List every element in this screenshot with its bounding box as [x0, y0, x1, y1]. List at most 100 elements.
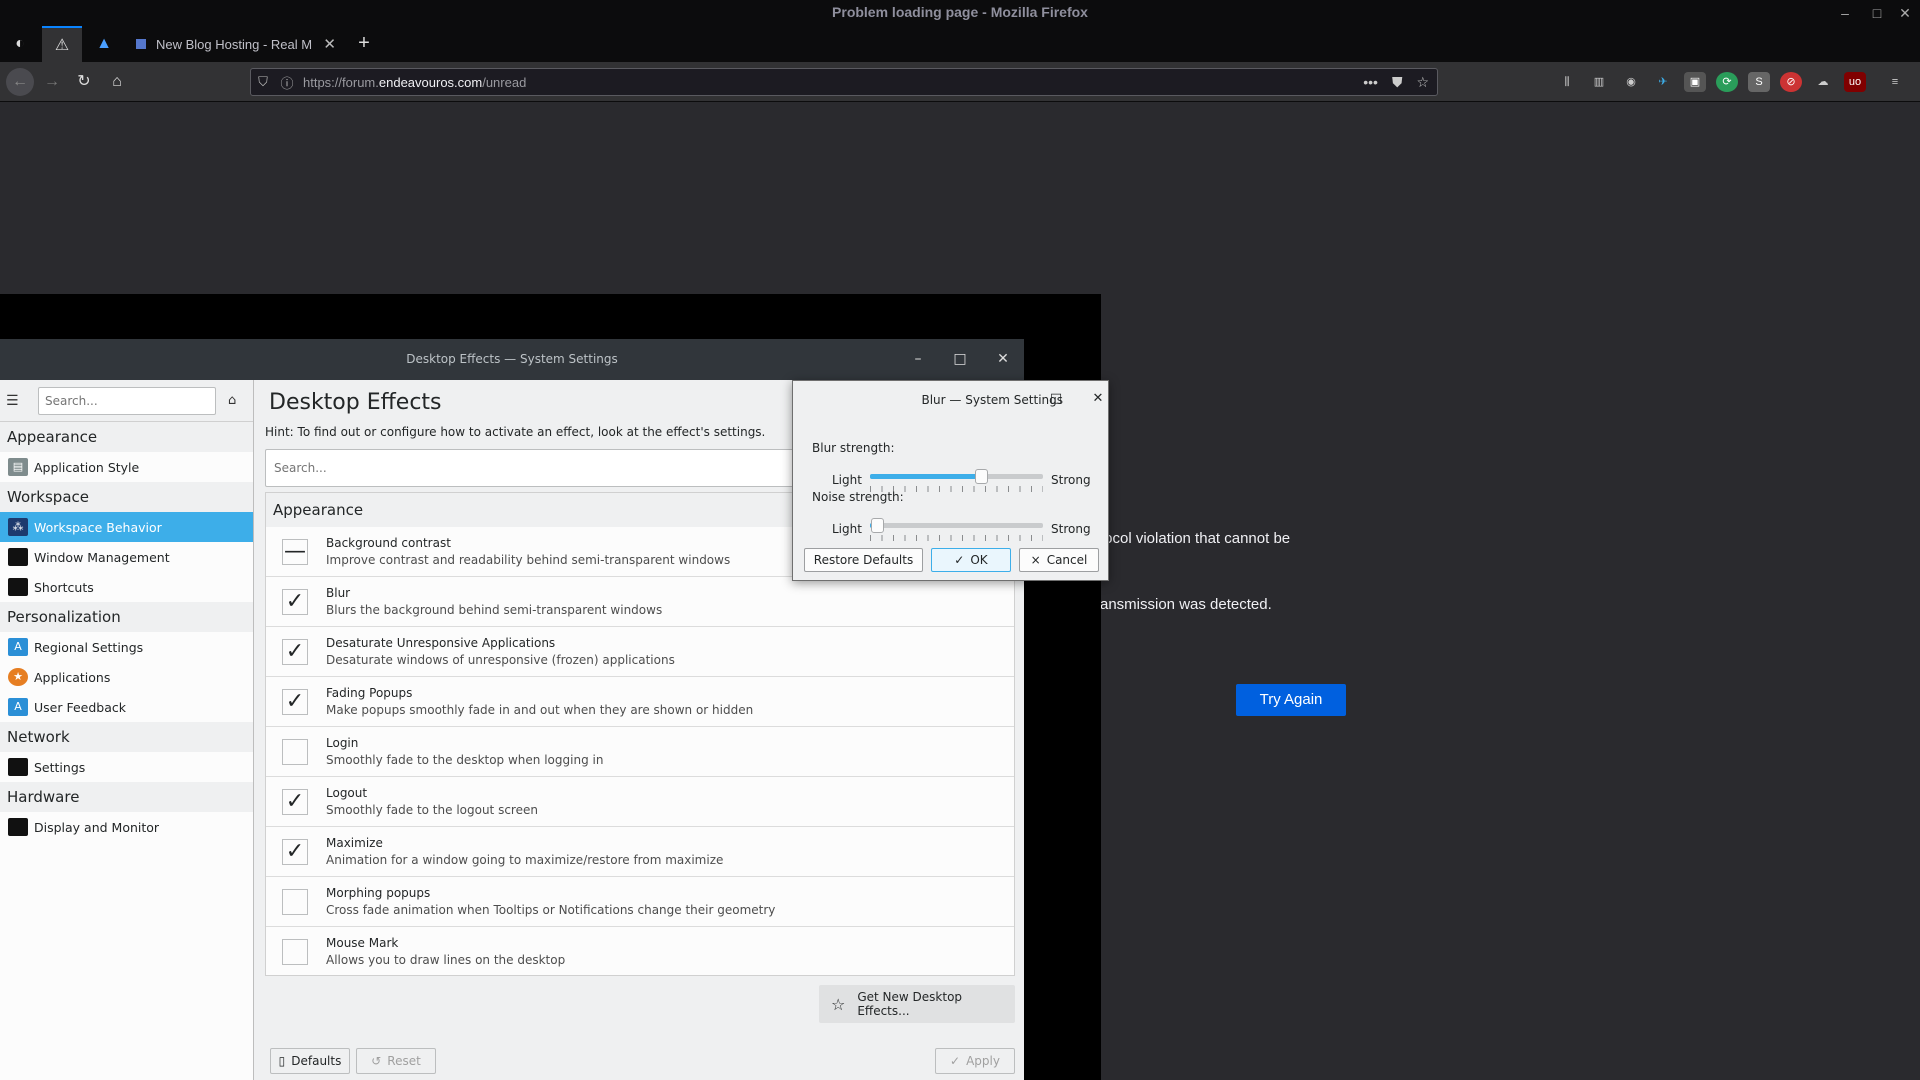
- forward-button[interactable]: →: [38, 68, 66, 96]
- slider-handle[interactable]: [870, 518, 884, 533]
- category-workspace: Workspace: [0, 482, 253, 512]
- close-icon[interactable]: ✕: [1088, 389, 1108, 409]
- extension-s-icon[interactable]: S: [1748, 72, 1770, 92]
- shortcuts-icon: [8, 578, 28, 596]
- effect-row[interactable]: ✓ Desaturate Unresponsive Applications Des…: [266, 627, 1014, 677]
- settings-sidebar: ☰ ⌂ Appearance ▤ Application Style Works…: [0, 380, 254, 1080]
- sidebar-item-application-style[interactable]: ▤ Application Style: [0, 452, 253, 482]
- account-icon[interactable]: ◉: [1620, 72, 1642, 92]
- sidebar-item-regional-settings[interactable]: A Regional Settings: [0, 632, 253, 662]
- effect-row[interactable]: Login Smoothly fade to the desktop when l…: [266, 727, 1014, 777]
- display-monitor-icon: [8, 818, 28, 836]
- effect-row[interactable]: ✓ Fading Popups Make popups smoothly fade …: [266, 677, 1014, 727]
- tab-label: New Blog Hosting - Real M: [156, 36, 313, 52]
- pocket-icon[interactable]: ⛊: [1392, 74, 1403, 91]
- sidebar-item-label: Settings: [34, 759, 86, 775]
- effect-text: Background contrast Improve contrast and …: [326, 536, 730, 567]
- sidebar-icon[interactable]: ▥: [1588, 72, 1610, 92]
- apply-button[interactable]: ✓ Apply: [935, 1048, 1015, 1074]
- plus-icon: +: [358, 32, 370, 54]
- pinned-tab-arch[interactable]: ▲: [84, 26, 124, 62]
- get-new-effects-button[interactable]: ☆ Get New Desktop Effects...: [819, 985, 1015, 1023]
- effect-row[interactable]: Morphing popups Cross fade animation when…: [266, 877, 1014, 927]
- minimize-icon[interactable]: –: [1832, 2, 1858, 24]
- home-icon[interactable]: ⌂: [228, 393, 236, 408]
- blur-strength-slider[interactable]: [870, 469, 1043, 484]
- slider-handle[interactable]: [974, 469, 988, 484]
- effect-checkbox[interactable]: [282, 938, 308, 965]
- effect-name: Fading Popups: [326, 686, 413, 700]
- blur-strength-label: Blur strength:: [812, 441, 895, 455]
- ok-button[interactable]: ✓ OK: [931, 548, 1011, 572]
- library-icon[interactable]: ⫼: [1556, 72, 1578, 92]
- sidebar-search-input[interactable]: [38, 386, 216, 415]
- effect-checkbox[interactable]: ✓: [282, 638, 308, 665]
- url-bar[interactable]: ⛉ ⓘ https://forum.endeavouros.com/unread…: [250, 68, 1438, 96]
- effect-checkbox[interactable]: ✓: [282, 688, 308, 715]
- sidebar-item-workspace-behavior[interactable]: ⁂ Workspace Behavior: [0, 512, 253, 542]
- warning-icon: ⚠: [54, 37, 70, 54]
- bookmark-star-icon[interactable]: ☆: [1416, 74, 1429, 91]
- extension-badge-icon[interactable]: ▣: [1684, 72, 1706, 92]
- url-text[interactable]: https://forum.endeavouros.com/unread: [303, 75, 526, 90]
- close-icon[interactable]: ✕: [1892, 2, 1918, 24]
- effect-row[interactable]: ✓ Maximize Animation for a window going to…: [266, 827, 1014, 877]
- defaults-button[interactable]: ▯ Defaults: [270, 1048, 350, 1074]
- maximize-icon[interactable]: □: [950, 349, 970, 369]
- settings-titlebar: Desktop Effects — System Settings – □ ✕: [0, 339, 1024, 380]
- sidebar-item-network-settings[interactable]: Settings: [0, 752, 253, 782]
- ublock-icon[interactable]: uo: [1844, 72, 1866, 92]
- maximize-icon[interactable]: □: [1864, 2, 1890, 24]
- reload-button[interactable]: ↻: [70, 68, 98, 96]
- restore-defaults-button[interactable]: Restore Defaults: [804, 548, 923, 572]
- effect-checkbox[interactable]: [282, 888, 308, 915]
- extension-block-icon[interactable]: ⊘: [1780, 72, 1802, 92]
- sidebar-item-applications[interactable]: ★ Applications: [0, 662, 253, 692]
- tab-blog-hosting[interactable]: New Blog Hosting - Real M ✕: [126, 26, 346, 62]
- pinned-tab-problem[interactable]: ⚠: [42, 26, 82, 62]
- extension-plane-icon[interactable]: ✈: [1652, 72, 1674, 92]
- extension-sync-icon[interactable]: ⟳: [1716, 72, 1738, 92]
- effect-checkbox[interactable]: ✓: [282, 788, 308, 815]
- reset-button[interactable]: ↺ Reset: [356, 1048, 436, 1074]
- effect-row[interactable]: ✓ Logout Smoothly fade to the logout scree…: [266, 777, 1014, 827]
- page-actions-icon[interactable]: •••: [1363, 74, 1378, 90]
- effect-row[interactable]: ✓ Blur Blurs the background behind semi-tr…: [266, 577, 1014, 627]
- cancel-button[interactable]: × Cancel: [1019, 548, 1099, 572]
- sidebar-item-user-feedback[interactable]: A User Feedback: [0, 692, 253, 722]
- new-tab-button[interactable]: +: [352, 32, 376, 56]
- category-network: Network: [0, 722, 253, 752]
- hamburger-menu-icon[interactable]: ☰: [6, 393, 30, 409]
- noise-strength-slider[interactable]: [870, 518, 1043, 533]
- effect-checkbox[interactable]: [282, 738, 308, 765]
- url-actions: ••• ⛊ ☆: [1363, 69, 1429, 95]
- sidebar-item-shortcuts[interactable]: Shortcuts: [0, 572, 253, 602]
- dialog-titlebar: Blur — System Settings □ ✕: [793, 381, 1108, 418]
- shield-icon[interactable]: ⛉: [251, 74, 275, 90]
- effect-description: Allows you to draw lines on the desktop: [326, 953, 566, 967]
- effect-checkbox[interactable]: ✓: [282, 838, 308, 865]
- minimize-icon[interactable]: –: [908, 349, 928, 369]
- effect-row[interactable]: Mouse Mark Allows you to draw lines on th…: [266, 927, 1014, 975]
- effect-text: Logout Smoothly fade to the logout screen: [326, 786, 538, 817]
- sidebar-item-window-management[interactable]: Window Management: [0, 542, 253, 572]
- back-button[interactable]: ←: [6, 68, 34, 96]
- try-again-button[interactable]: Try Again: [1236, 684, 1346, 716]
- window-management-icon: [8, 548, 28, 566]
- error-text-2: ansmission was detected.: [1100, 596, 1272, 613]
- settings-window-title: Desktop Effects — System Settings: [406, 352, 618, 366]
- maximize-icon[interactable]: □: [1046, 389, 1066, 409]
- slider-fill: [870, 474, 981, 479]
- effect-checkbox[interactable]: —: [282, 538, 308, 565]
- close-icon[interactable]: ✕: [993, 349, 1013, 369]
- pinned-tab-endeavouros[interactable]: ◐: [0, 26, 40, 62]
- info-icon[interactable]: ⓘ: [275, 73, 299, 92]
- effect-name: Maximize: [326, 836, 383, 850]
- extension-cloud-icon[interactable]: ☁: [1812, 72, 1834, 92]
- sidebar-item-display-monitor[interactable]: Display and Monitor: [0, 812, 253, 842]
- home-button[interactable]: ⌂: [103, 68, 131, 96]
- tab-close-icon[interactable]: ✕: [323, 35, 336, 53]
- effect-description: Smoothly fade to the logout screen: [326, 803, 538, 817]
- effect-checkbox[interactable]: ✓: [282, 588, 308, 615]
- menu-icon[interactable]: ≡: [1884, 72, 1906, 92]
